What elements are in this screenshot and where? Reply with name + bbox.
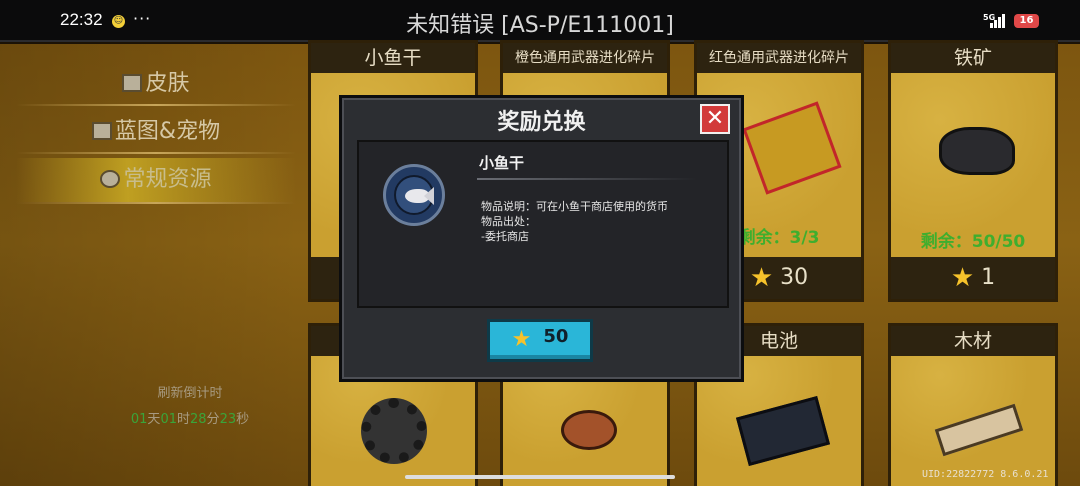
battery-icon: 16 [1014, 14, 1039, 28]
item-source-label: 物品出处： [481, 215, 536, 228]
star-icon: ★ [511, 327, 532, 352]
window-title: 未知错误 [AS-P/E111001] [406, 13, 674, 38]
reward-exchange-dialog: 奖励兑换 ✕ 小鱼干 物品说明：可在小鱼干商店使用的货币 物品出处： -委托商店… [339, 95, 744, 382]
status-bar: 22:32 ☺ ··· 未知错误 [AS-P/E111001] 5G 16 [0, 0, 1080, 42]
item-name: 小鱼干 [479, 154, 525, 172]
uid-version: UID:22822772 8.6.0.21 [922, 469, 1049, 480]
home-indicator[interactable] [405, 475, 675, 479]
redeem-button[interactable]: ★ 50 [487, 319, 593, 362]
dialog-title: 奖励兑换 [497, 110, 586, 135]
dried-fish-icon [383, 164, 445, 226]
signal-icon [990, 14, 1008, 28]
item-detail-panel: 小鱼干 物品说明：可在小鱼干商店使用的货币 物品出处： -委托商店 [357, 140, 729, 308]
item-source: -委托商店 [481, 230, 529, 243]
item-description: 物品说明：可在小鱼干商店使用的货币 [481, 200, 668, 213]
divider [477, 178, 697, 180]
close-button[interactable]: ✕ [700, 104, 730, 134]
redeem-price: 50 [543, 326, 569, 347]
